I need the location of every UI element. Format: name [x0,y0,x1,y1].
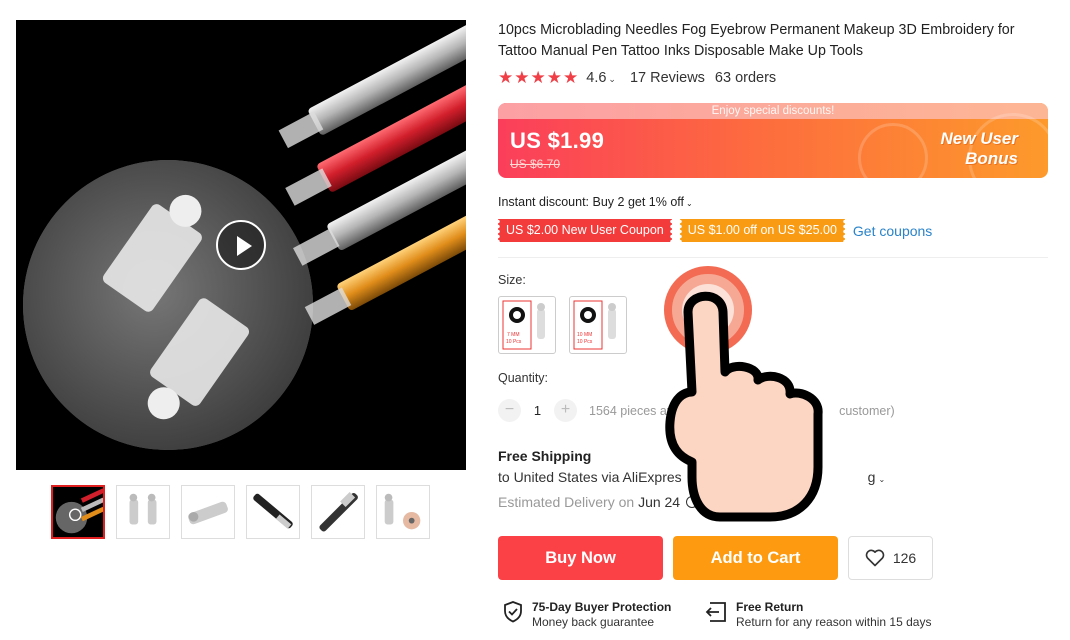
shipping-destination[interactable]: to United States via AliExpres g ⌄ [498,469,885,485]
free-return-subtitle: Return for any reason within 15 days [736,615,932,629]
thumbnail-image [377,486,429,538]
clock-icon [686,496,699,508]
new-user-bonus-badge: New User Bonus [941,129,1018,169]
shipping-title: Free Shipping [498,448,592,464]
promo-banner-text: Enjoy special discounts! [498,103,1048,119]
chevron-down-icon: ⌄ [608,74,616,84]
get-coupons-link[interactable]: Get coupons [853,223,932,239]
thumbnail[interactable] [311,485,365,539]
star-icon: ★ [514,68,530,87]
quantity-value[interactable]: 1 [521,403,554,418]
current-price: US $1.99 [510,128,605,153]
purchase-limit-text: customer) [839,403,895,418]
size-mm-label: 7 MM [507,332,520,338]
star-icon: ★ [563,68,579,87]
store-coupon[interactable]: US $1.00 off on US $25.00 [677,219,848,242]
size-pcs-label: 10 Pcs [577,339,593,345]
shipping-method-tail: g [867,469,876,485]
return-box-icon [705,602,726,622]
add-to-cart-button[interactable]: Add to Cart [673,536,838,580]
size-options: 7 MM 10 Pcs 10 MM 10 Pcs [498,296,627,354]
bonus-line-1: New User [940,129,1018,148]
buyer-protection-title: 75-Day Buyer Protection [532,600,672,614]
orders-count: 63 orders [714,70,777,86]
thumbnail-image [312,486,364,538]
shipping-to-text: to United States via AliExpres [498,469,682,485]
heart-icon [865,549,885,567]
size-option-10mm[interactable]: 10 MM 10 Pcs [569,296,627,354]
quantity-label: Quantity: [498,371,549,385]
thumbnail-strip [51,485,430,539]
buyer-protection-subtitle: Money back guarantee [532,615,655,629]
star-rating: ★ ★ ★ ★ ★ [498,68,578,88]
thumbnail[interactable] [51,485,105,539]
size-pcs-label: 10 Pcs [506,339,522,345]
quantity-stepper: − 1 + 1564 pieces av customer) [498,399,895,422]
main-product-image[interactable] [16,20,466,470]
thumbnail[interactable] [246,485,300,539]
free-return-title: Free Return [736,600,804,614]
product-title: 10pcs Microblading Needles Fog Eyebrow P… [498,22,1015,59]
rating-value: 4.6 [586,70,607,86]
play-video-button[interactable] [216,220,266,270]
chevron-down-icon: ⌄ [878,475,886,484]
buyer-protection: 75-Day Buyer Protection Money back guara… [502,600,671,630]
tap-hand-icon [664,266,823,522]
size-option-image: 10 MM 10 Pcs [573,300,616,350]
estimated-delivery: Estimated Delivery on Jun 24 [498,494,699,510]
star-icon: ★ [546,68,562,87]
rating-dropdown[interactable]: 4.6 ⌄ [586,70,616,86]
star-icon: ★ [498,68,514,87]
delivery-prefix: Estimated Delivery on [498,494,635,510]
thumbnail[interactable] [376,485,430,539]
instant-discount-dropdown[interactable]: Instant discount: Buy 2 get 1% off ⌄ [498,195,693,209]
price-promo-banner: Enjoy special discounts! US $1.99 US $6.… [498,103,1048,178]
pieces-available: 1564 pieces av [589,403,674,418]
free-return: Free Return Return for any reason within… [704,600,931,630]
thumbnail[interactable] [181,485,235,539]
quantity-increase-button[interactable]: + [554,399,577,422]
wishlist-count: 126 [892,550,917,566]
size-option-image: 7 MM 10 Pcs [502,300,545,350]
rating-row: ★ ★ ★ ★ ★ 4.6 ⌄ 17 Reviews 63 orders [498,68,776,88]
divider [498,257,1048,258]
shield-check-icon [504,601,522,623]
thumbnail-image [182,486,234,538]
size-mm-label: 10 MM [577,332,592,338]
reviews-link[interactable]: 17 Reviews [630,70,705,86]
decor-circle [858,123,928,178]
quantity-decrease-button[interactable]: − [498,399,521,422]
size-option-7mm[interactable]: 7 MM 10 Pcs [498,296,556,354]
thumbnail[interactable] [116,485,170,539]
coupon-row: US $2.00 New User Coupon US $1.00 off on… [496,219,932,242]
thumbnail-image [117,486,169,538]
buy-now-button[interactable]: Buy Now [498,536,663,580]
size-label: Size: [498,273,526,287]
new-user-coupon[interactable]: US $2.00 New User Coupon [496,219,674,242]
chevron-down-icon: ⌄ [686,199,693,208]
thumbnail-image [247,486,299,538]
original-price: US $6.70 [510,157,561,171]
instant-discount-text: Instant discount: Buy 2 get 1% off [498,195,684,209]
delivery-date: Jun 24 [638,494,681,510]
wishlist-button[interactable]: 126 [848,536,933,580]
bonus-line-2: Bonus [965,149,1018,168]
thumbnail-image [53,487,103,537]
star-icon: ★ [530,68,546,87]
